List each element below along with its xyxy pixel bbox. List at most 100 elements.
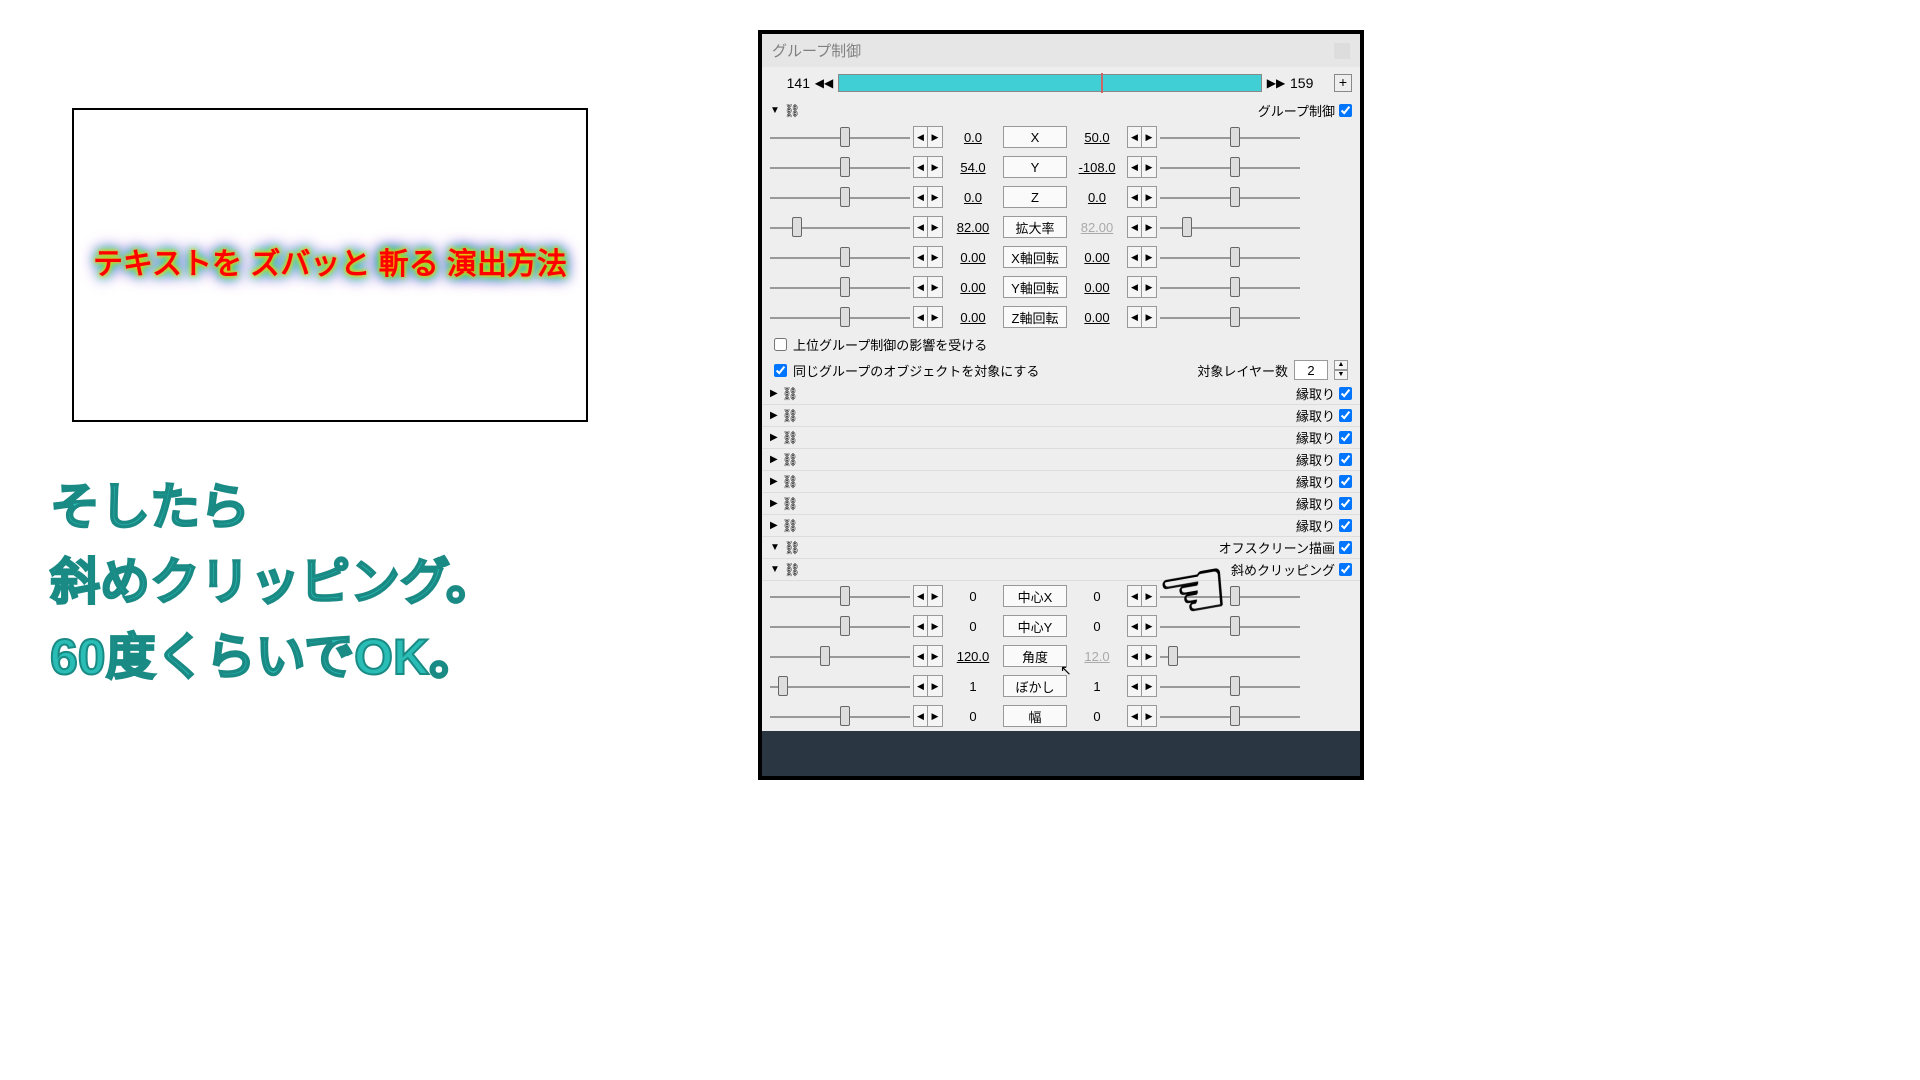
- expand-icon[interactable]: ▶: [770, 432, 778, 443]
- spinner-right[interactable]: ◀▶: [1127, 186, 1157, 208]
- link-icon[interactable]: ⛓: [784, 103, 801, 119]
- param-name-button[interactable]: ぼかし: [1003, 675, 1067, 697]
- param-name-button[interactable]: Z: [1003, 186, 1067, 208]
- value-left[interactable]: 1: [946, 679, 1000, 694]
- spinner-right[interactable]: ◀▶: [1127, 156, 1157, 178]
- value-left[interactable]: 0.00: [946, 310, 1000, 325]
- slider-left[interactable]: [770, 675, 910, 697]
- slider-left[interactable]: [770, 585, 910, 607]
- slider-left[interactable]: [770, 186, 910, 208]
- expand-icon[interactable]: ▶: [770, 388, 778, 399]
- expand-icon[interactable]: ▶: [770, 520, 778, 531]
- param-name-button[interactable]: Y: [1003, 156, 1067, 178]
- expand-icon[interactable]: ▶: [770, 476, 778, 487]
- spinner-right[interactable]: ◀▶: [1127, 126, 1157, 148]
- spinner-right[interactable]: ◀▶: [1127, 246, 1157, 268]
- spinner-right[interactable]: ◀▶: [1127, 675, 1157, 697]
- spinner-left[interactable]: ◀▶: [913, 216, 943, 238]
- value-right[interactable]: 0: [1070, 709, 1124, 724]
- filter-enable-checkbox[interactable]: [1339, 497, 1352, 510]
- link-icon[interactable]: ⛓: [782, 518, 799, 534]
- collapse-icon[interactable]: ▼: [770, 105, 780, 116]
- value-right[interactable]: 0: [1070, 589, 1124, 604]
- param-name-button[interactable]: 幅: [1003, 705, 1067, 727]
- expand-icon[interactable]: ▼: [770, 564, 780, 575]
- frame-start[interactable]: 141: [770, 75, 810, 91]
- slider-right[interactable]: [1160, 705, 1300, 727]
- slider-right[interactable]: [1160, 645, 1300, 667]
- slider-right[interactable]: [1160, 675, 1300, 697]
- slider-left[interactable]: [770, 705, 910, 727]
- value-left[interactable]: 0: [946, 619, 1000, 634]
- link-icon[interactable]: ⛓: [782, 452, 799, 468]
- spinner-right[interactable]: ◀▶: [1127, 615, 1157, 637]
- slider-right[interactable]: [1160, 216, 1300, 238]
- group-enable-checkbox[interactable]: [1339, 104, 1352, 117]
- filter-enable-checkbox[interactable]: [1339, 475, 1352, 488]
- parent-influence-checkbox[interactable]: [774, 338, 787, 351]
- value-right[interactable]: 1: [1070, 679, 1124, 694]
- param-name-button[interactable]: 拡大率: [1003, 216, 1067, 238]
- param-name-button[interactable]: 中心Y: [1003, 615, 1067, 637]
- slider-left[interactable]: [770, 156, 910, 178]
- panel-title-bar[interactable]: グループ制御: [762, 34, 1360, 67]
- value-left[interactable]: 0.00: [946, 280, 1000, 295]
- spinner-right[interactable]: ◀▶: [1127, 585, 1157, 607]
- value-right[interactable]: 12.0: [1070, 649, 1124, 664]
- value-left[interactable]: 0: [946, 709, 1000, 724]
- filter-enable-checkbox[interactable]: [1339, 453, 1352, 466]
- param-name-button[interactable]: 角度: [1003, 645, 1067, 667]
- close-icon[interactable]: [1334, 43, 1350, 59]
- spinner-left[interactable]: ◀▶: [913, 645, 943, 667]
- slider-left[interactable]: [770, 615, 910, 637]
- value-left[interactable]: 0: [946, 589, 1000, 604]
- spinner-left[interactable]: ◀▶: [913, 306, 943, 328]
- slider-left[interactable]: [770, 246, 910, 268]
- layer-count-spinner[interactable]: ▲▼: [1334, 360, 1348, 380]
- param-name-button[interactable]: X軸回転: [1003, 246, 1067, 268]
- spinner-left[interactable]: ◀▶: [913, 126, 943, 148]
- value-left[interactable]: 120.0: [946, 649, 1000, 664]
- value-right[interactable]: -108.0: [1070, 160, 1124, 175]
- slider-left[interactable]: [770, 216, 910, 238]
- expand-icon[interactable]: ▶: [770, 498, 778, 509]
- param-name-button[interactable]: 中心X: [1003, 585, 1067, 607]
- spinner-right[interactable]: ◀▶: [1127, 216, 1157, 238]
- slider-right[interactable]: [1160, 186, 1300, 208]
- param-name-button[interactable]: Y軸回転: [1003, 276, 1067, 298]
- param-name-button[interactable]: X: [1003, 126, 1067, 148]
- filter-enable-checkbox[interactable]: [1339, 387, 1352, 400]
- slider-left[interactable]: [770, 126, 910, 148]
- link-icon[interactable]: ⛓: [782, 430, 799, 446]
- value-left[interactable]: 0.0: [946, 190, 1000, 205]
- value-left[interactable]: 54.0: [946, 160, 1000, 175]
- link-icon[interactable]: ⛓: [782, 408, 799, 424]
- value-right[interactable]: 0.00: [1070, 310, 1124, 325]
- same-group-checkbox[interactable]: [774, 364, 787, 377]
- value-left[interactable]: 0.0: [946, 130, 1000, 145]
- spinner-right[interactable]: ◀▶: [1127, 306, 1157, 328]
- expand-icon[interactable]: ▶: [770, 454, 778, 465]
- link-icon[interactable]: ⛓: [782, 386, 799, 402]
- value-left[interactable]: 0.00: [946, 250, 1000, 265]
- slider-right[interactable]: [1160, 246, 1300, 268]
- spinner-left[interactable]: ◀▶: [913, 186, 943, 208]
- slider-right[interactable]: [1160, 156, 1300, 178]
- spinner-left[interactable]: ◀▶: [913, 156, 943, 178]
- layer-count-input[interactable]: [1294, 360, 1328, 380]
- slider-right[interactable]: [1160, 306, 1300, 328]
- spinner-left[interactable]: ◀▶: [913, 246, 943, 268]
- spinner-left[interactable]: ◀▶: [913, 615, 943, 637]
- frame-end[interactable]: 159: [1290, 75, 1330, 91]
- spinner-left[interactable]: ◀▶: [913, 276, 943, 298]
- slider-left[interactable]: [770, 276, 910, 298]
- value-right[interactable]: 0.0: [1070, 190, 1124, 205]
- spinner-right[interactable]: ◀▶: [1127, 705, 1157, 727]
- spinner-right[interactable]: ◀▶: [1127, 645, 1157, 667]
- spinner-right[interactable]: ◀▶: [1127, 276, 1157, 298]
- link-icon[interactable]: ⛓: [782, 496, 799, 512]
- forward-icon[interactable]: ▶▶: [1266, 73, 1286, 93]
- spinner-left[interactable]: ◀▶: [913, 705, 943, 727]
- value-right[interactable]: 0.00: [1070, 280, 1124, 295]
- value-left[interactable]: 82.00: [946, 220, 1000, 235]
